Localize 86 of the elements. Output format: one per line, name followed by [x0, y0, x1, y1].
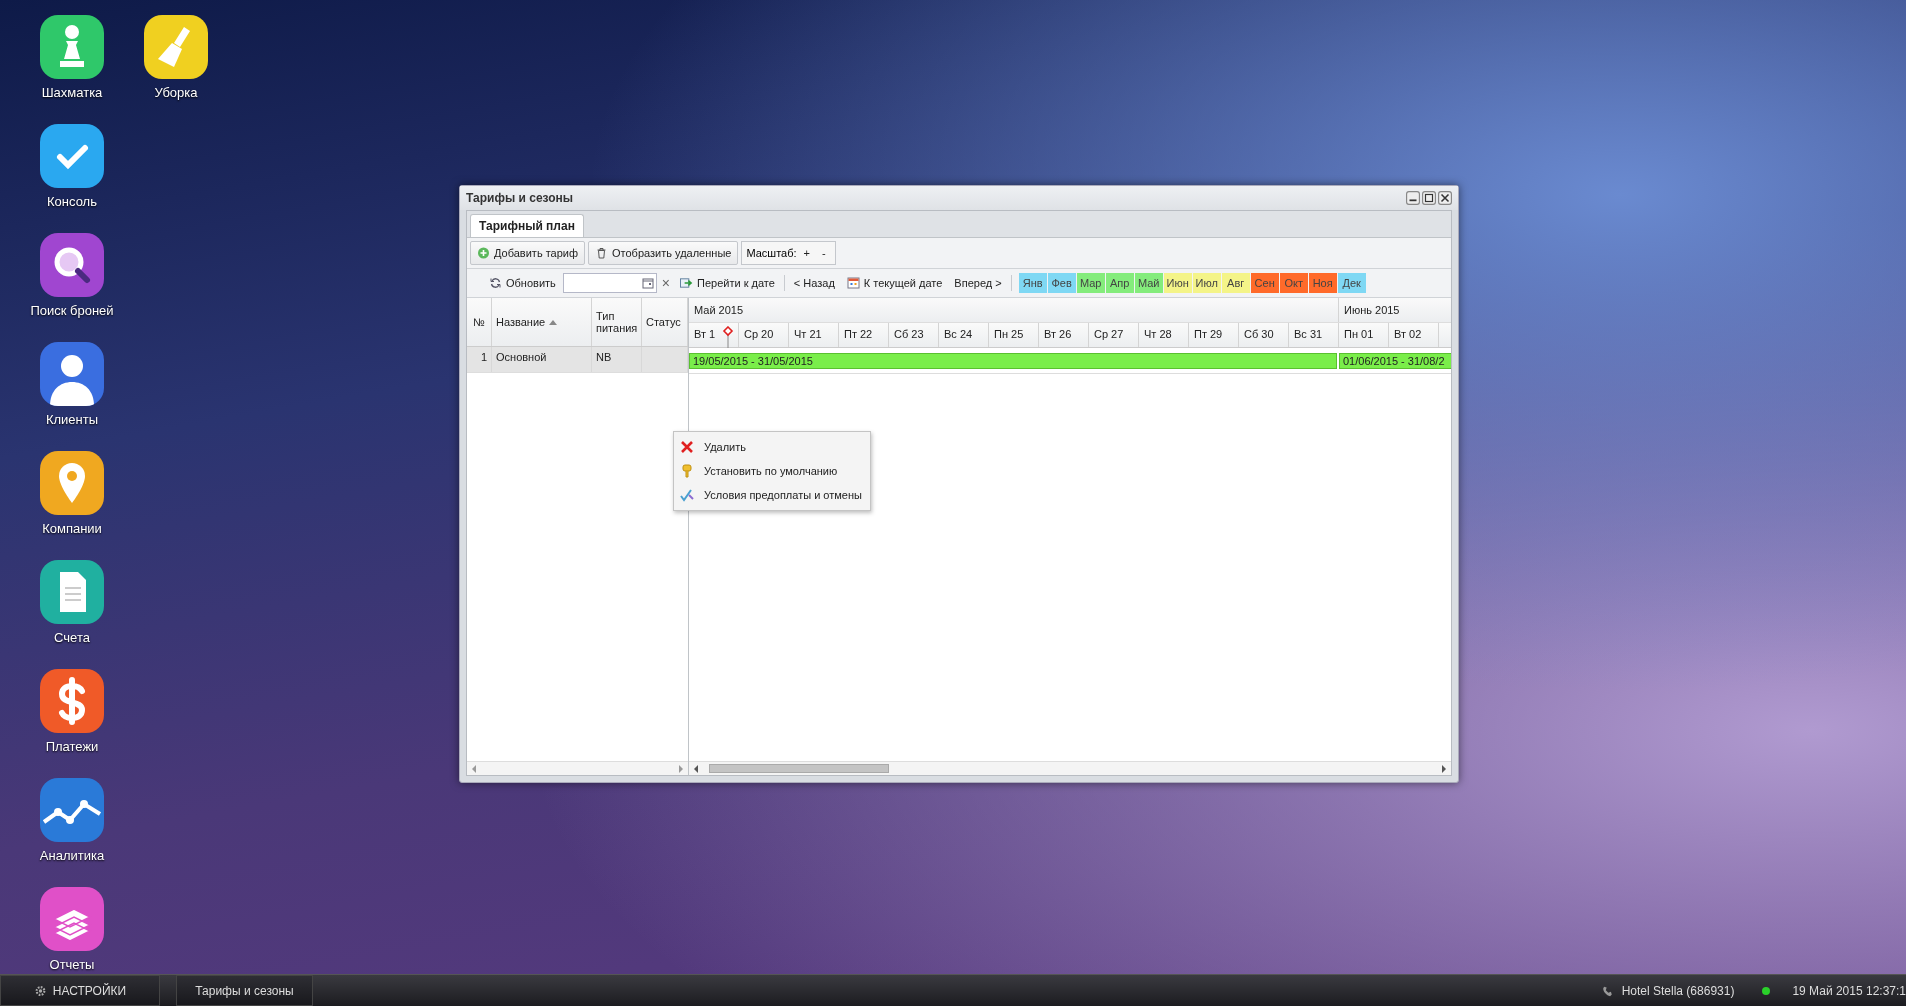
settings-icon — [33, 984, 47, 997]
day-header: Ср 27 — [1089, 323, 1139, 347]
month-button[interactable]: Фев — [1047, 273, 1076, 293]
zoom-in-button[interactable]: + — [798, 244, 815, 262]
month-button[interactable]: Июн — [1163, 273, 1192, 293]
row-number: 1 — [467, 347, 492, 372]
desktop-shortcut[interactable]: Компании — [20, 451, 124, 560]
scroll-left-icon[interactable] — [693, 764, 699, 773]
settings-button[interactable]: НАСТРОЙКИ — [0, 975, 160, 1006]
calendar-icon — [846, 277, 860, 289]
zoom-out-button[interactable]: - — [817, 244, 831, 262]
month-button[interactable]: Дек — [1337, 273, 1366, 293]
day-header: Чт 28 — [1139, 323, 1189, 347]
month-button[interactable]: Сен — [1250, 273, 1279, 293]
day-header: Вс 24 — [939, 323, 989, 347]
desktop-shortcut[interactable]: Поиск броней — [20, 233, 124, 342]
cross-icon — [680, 440, 694, 454]
arrow-icon — [680, 277, 693, 289]
month-button[interactable]: Янв — [1018, 273, 1047, 293]
season-bar[interactable]: 19/05/2015 - 31/05/2015 — [689, 352, 1337, 369]
column-header[interactable]: Название — [492, 298, 592, 346]
day-header: Пн 01 — [1339, 323, 1389, 347]
column-header[interactable]: № — [467, 298, 492, 346]
month-button[interactable]: Май — [1134, 273, 1163, 293]
table-cell: Основной — [492, 347, 592, 372]
minimize-icon[interactable] — [1406, 191, 1420, 205]
day-header: Вт 02 — [1389, 323, 1439, 347]
day-header: Сб 30 — [1239, 323, 1289, 347]
day-header: Пт 29 — [1189, 323, 1239, 347]
menu-item[interactable]: Установить по умолчанию — [674, 459, 870, 483]
close-icon[interactable] — [1438, 191, 1452, 205]
show-deleted-button[interactable]: Отобразить удаленные — [588, 241, 739, 265]
today-button[interactable]: К текущей дате — [841, 274, 948, 292]
forward-button[interactable]: Вперед > — [949, 274, 1007, 292]
date-marker-icon — [722, 326, 734, 348]
desktop-shortcut[interactable]: Уборка — [124, 15, 228, 124]
go-to-date-button[interactable]: Перейти к дате — [675, 274, 780, 292]
desktop-shortcut[interactable]: Шахматка — [20, 15, 124, 124]
month-button[interactable]: Авг — [1221, 273, 1250, 293]
day-header: Ср 20 — [739, 323, 789, 347]
add-tariff-button[interactable]: Добавить тариф — [470, 241, 585, 265]
calendar-icon[interactable] — [641, 277, 654, 289]
desktop-shortcut[interactable]: Клиенты — [20, 342, 124, 451]
day-header: Чт 21 — [789, 323, 839, 347]
month-button[interactable]: Мар — [1076, 273, 1105, 293]
taskbar-window-button[interactable]: Тарифы и сезоны — [176, 975, 313, 1006]
tab[interactable]: Тарифный план — [470, 214, 584, 237]
desktop-shortcut[interactable]: Консоль — [20, 124, 124, 233]
scroll-right-icon[interactable] — [1441, 764, 1447, 773]
hotel-name: Hotel Stella (686931) — [1621, 983, 1735, 998]
day-header: Вс 31 — [1289, 323, 1339, 347]
day-header: Пн 25 — [989, 323, 1039, 347]
clock: 19 Май 2015 12:37:1 — [1792, 983, 1906, 998]
table-row[interactable]: 1 Основной NB — [467, 347, 688, 373]
column-header[interactable]: Статус — [642, 298, 688, 346]
key-icon — [680, 464, 694, 478]
trash-icon — [595, 247, 608, 259]
desktop-shortcut[interactable]: Отчеты — [20, 887, 124, 974]
table-cell: NB — [592, 347, 642, 372]
plus-icon — [477, 247, 490, 259]
sort-icon — [549, 319, 558, 325]
scrollbar[interactable] — [689, 761, 1451, 775]
clear-button[interactable]: × — [658, 275, 673, 291]
check-brush-icon — [680, 488, 694, 502]
desktop-shortcut[interactable]: Аналитика — [20, 778, 124, 887]
phone-icon — [1600, 984, 1614, 997]
date-field[interactable] — [562, 273, 657, 293]
column-header[interactable]: Тип питания — [592, 298, 642, 346]
month-button[interactable]: Апр — [1105, 273, 1134, 293]
scale-label: Масштаб: — [746, 247, 797, 259]
day-header: Вт 26 — [1039, 323, 1089, 347]
month-button[interactable]: Июл — [1192, 273, 1221, 293]
season-bar[interactable]: 01/06/2015 - 31/08/2 — [1339, 352, 1451, 369]
menu-item[interactable]: Условия предоплаты и отмены — [674, 483, 870, 507]
day-header: Пт 22 — [839, 323, 889, 347]
refresh-icon — [489, 277, 502, 289]
menu-item[interactable]: Удалить — [674, 435, 870, 459]
desktop-shortcut[interactable]: Платежи — [20, 669, 124, 778]
desktop-shortcut[interactable]: Счета — [20, 560, 124, 669]
month-button[interactable]: Окт — [1279, 273, 1308, 293]
back-button[interactable]: < Назад — [788, 274, 840, 292]
refresh-button[interactable]: Обновить — [484, 274, 561, 292]
window-title: Тарифы и сезоны — [466, 191, 574, 205]
maximize-icon[interactable] — [1422, 191, 1436, 205]
month-button[interactable]: Ноя — [1308, 273, 1337, 293]
day-header: Сб 23 — [889, 323, 939, 347]
